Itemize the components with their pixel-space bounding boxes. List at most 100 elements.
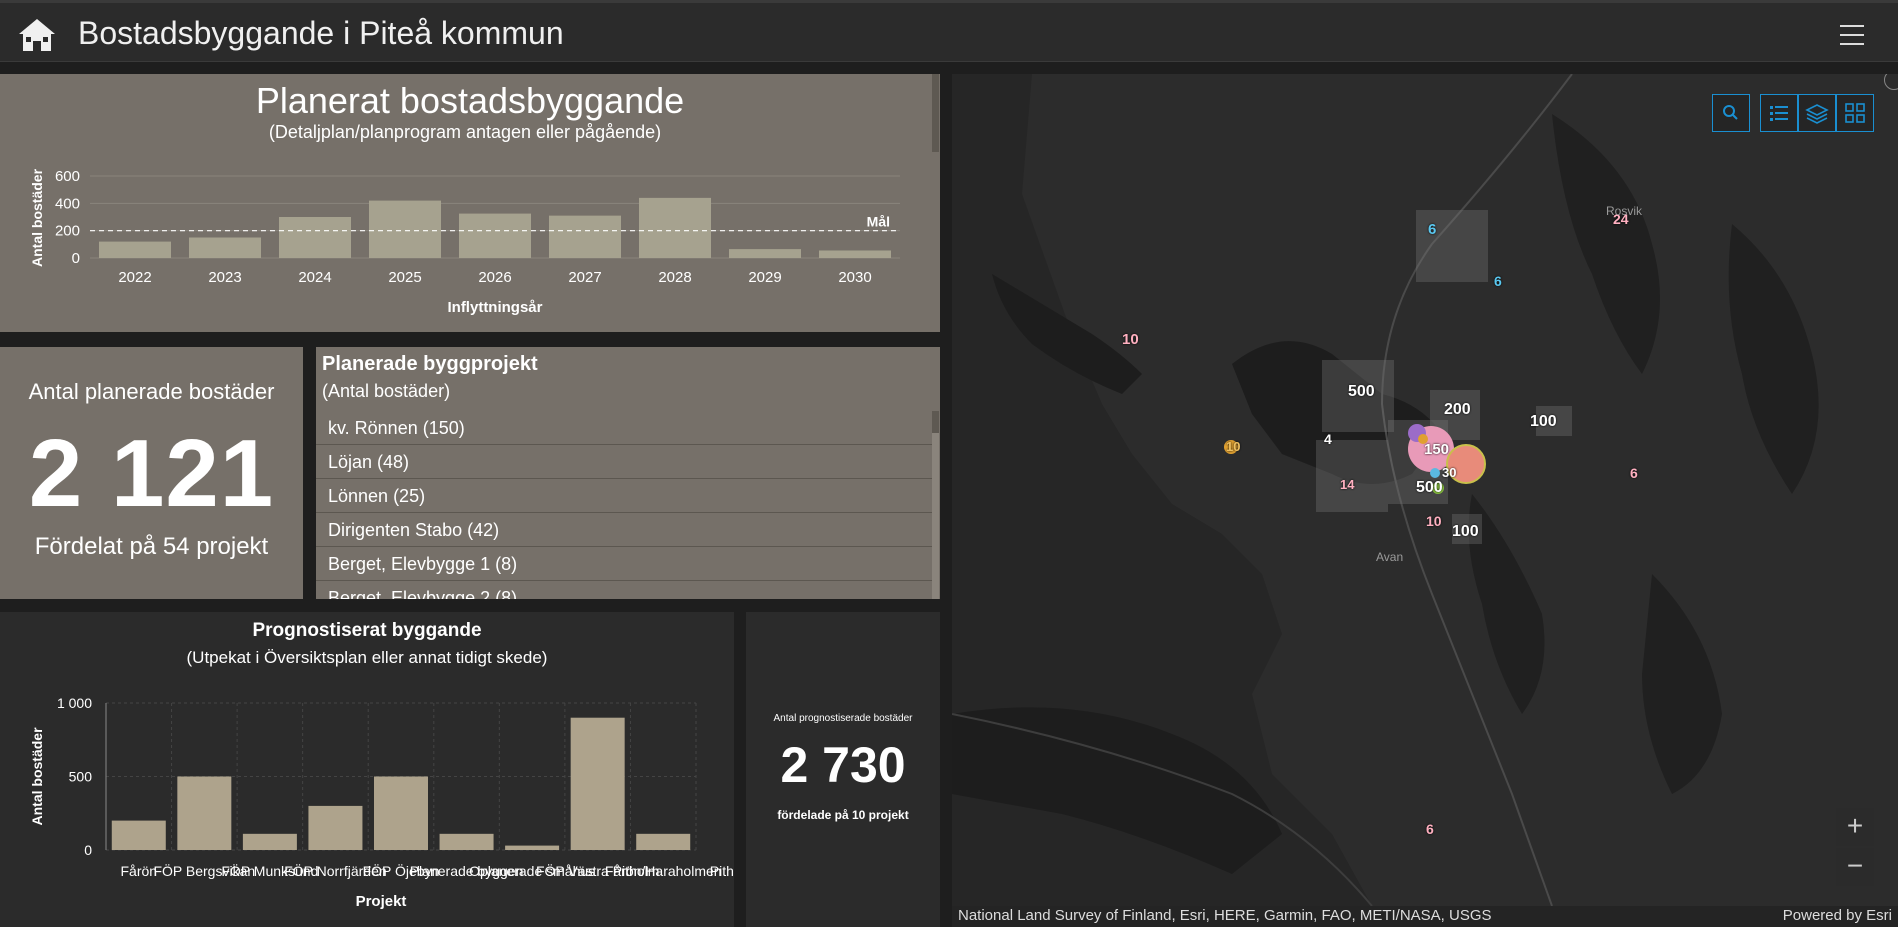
- map-cluster-label[interactable]: 150: [1424, 441, 1449, 458]
- map-cluster-label[interactable]: 6: [1428, 221, 1436, 238]
- layers-icon: [1805, 104, 1829, 124]
- bar: [369, 200, 441, 258]
- basemap-gallery-icon: [1845, 103, 1865, 123]
- target-label: Mål: [867, 214, 890, 230]
- map-cluster-label[interactable]: 100: [1452, 523, 1479, 541]
- forecast-bar-chart: 05001 000FårönFÖP BergsvikanFÖP Munksund…: [29, 695, 734, 910]
- map-cluster-label[interactable]: 10: [1122, 331, 1139, 348]
- project-list-subtitle: (Antal bostäder): [322, 381, 451, 401]
- y-tick-label: 500: [69, 769, 93, 785]
- list-item[interactable]: Berget, Elevbygge 2 (8): [316, 581, 932, 599]
- map-cluster-label[interactable]: 10: [1226, 439, 1240, 454]
- y-tick-label: 0: [72, 250, 80, 267]
- y-tick-label: 200: [55, 223, 80, 240]
- x-tick-label: 2024: [298, 269, 331, 286]
- map-search-button[interactable]: [1712, 94, 1750, 132]
- x-tick-label: Pitholmen/Nötön: [710, 863, 734, 879]
- zoom-out-button[interactable]: −: [1836, 848, 1874, 886]
- bar: [505, 845, 560, 850]
- x-tick-label: 2022: [118, 269, 151, 286]
- zoom-in-button[interactable]: +: [1836, 808, 1874, 846]
- forecast-title: Prognostiserat byggande: [252, 620, 482, 641]
- y-tick-label: 0: [84, 842, 92, 858]
- y-tick-label: 1 000: [57, 695, 92, 711]
- map-cluster-label[interactable]: 200: [1444, 401, 1471, 419]
- map-cluster-box[interactable]: [1416, 210, 1488, 282]
- map-layers-button[interactable]: [1798, 94, 1836, 132]
- map-cluster-label[interactable]: 6: [1426, 821, 1434, 837]
- x-tick-label: 2028: [658, 269, 691, 286]
- bar: [374, 776, 428, 850]
- x-tick-label: 2030: [838, 269, 871, 286]
- forecast-subtitle: (Utpekat i Översiktsplan eller annat tid…: [186, 648, 548, 667]
- bar: [636, 833, 691, 850]
- bar: [639, 197, 711, 258]
- y-axis-title: Antal bostäder: [29, 727, 45, 826]
- list-scrollbar-thumb[interactable]: [932, 411, 939, 433]
- powered-by-esri[interactable]: Powered by Esri: [1783, 907, 1892, 924]
- app-header: Bostadsbyggande i Piteå kommun: [0, 0, 1898, 62]
- panel-scrollbar[interactable]: [932, 74, 939, 152]
- planned-bar-chart: 0 200 400 600 2022 2023 2024 2025 2026 2027 2028 20…: [29, 168, 900, 316]
- app-title: Bostadsbyggande i Piteå kommun: [78, 15, 564, 51]
- bar: [242, 833, 297, 850]
- bar: [279, 217, 351, 258]
- planned-count-sub: Fördelat på 54 projekt: [34, 533, 269, 560]
- map-cluster-label[interactable]: 500: [1416, 479, 1443, 497]
- map-cluster-label[interactable]: 14: [1340, 477, 1354, 492]
- map-attribution-bar: National Land Survey of Finland, Esri, H…: [952, 906, 1898, 927]
- map-cluster-label[interactable]: 30: [1442, 465, 1456, 480]
- x-tick-label: 2023: [208, 269, 241, 286]
- bar: [439, 833, 494, 850]
- forecast-chart-panel: Prognostiserat byggande (Utpekat i Övers…: [0, 612, 734, 927]
- list-item[interactable]: Löjan (48): [316, 445, 932, 479]
- map-point[interactable]: [1430, 468, 1440, 478]
- project-list-title: Planerade byggprojekt: [322, 353, 538, 375]
- x-tick-label: 2029: [748, 269, 781, 286]
- x-tick-label: Fårön: [120, 863, 157, 879]
- map-place-label: Avan: [1376, 550, 1404, 564]
- list-item[interactable]: Dirigenten Stabo (42): [316, 513, 932, 547]
- bar: [570, 717, 625, 850]
- bar: [177, 776, 232, 850]
- bar: [189, 237, 261, 258]
- planned-chart-panel: Planerat bostadsbyggande (Detaljplan/pla…: [0, 74, 940, 332]
- list-scrollbar[interactable]: [932, 411, 939, 599]
- forecast-count-sub: fördelade på 10 projekt: [777, 808, 909, 822]
- forecast-count-value: 2 730: [780, 737, 906, 793]
- list-item[interactable]: Lönnen (25): [316, 479, 932, 513]
- home-icon[interactable]: [18, 17, 56, 53]
- map-cluster-label[interactable]: 6: [1494, 273, 1502, 289]
- x-tick-label: 2027: [568, 269, 601, 286]
- map-cluster-box[interactable]: [1316, 440, 1388, 512]
- map-cluster-label[interactable]: 100: [1530, 413, 1557, 431]
- y-tick-label: 600: [55, 168, 80, 185]
- map-cluster-label[interactable]: 500: [1348, 383, 1375, 401]
- hamburger-menu-icon[interactable]: [1840, 25, 1864, 45]
- bar: [729, 249, 801, 258]
- x-tick-label: 2026: [478, 269, 511, 286]
- list-item[interactable]: Berget, Elevbygge 1 (8): [316, 547, 932, 581]
- x-axis-title: Inflyttningsår: [447, 299, 542, 316]
- map-view[interactable]: 6 6 24 10 500 200 100 4 150 10 14 500 30 6 10 100 6 Rosvi…: [952, 74, 1898, 927]
- x-tick-label: Fårön/Haraholmen: [605, 863, 722, 879]
- x-axis-title: Projekt: [356, 893, 407, 910]
- y-tick-label: 400: [55, 195, 80, 212]
- map-attribution: National Land Survey of Finland, Esri, H…: [958, 907, 1492, 924]
- map-basemap-button[interactable]: [1836, 94, 1874, 132]
- map-cluster-label[interactable]: 10: [1426, 513, 1442, 529]
- map-cluster-label[interactable]: 6: [1630, 465, 1638, 481]
- search-icon: [1723, 105, 1738, 120]
- list-icon: [1770, 106, 1788, 121]
- map-place-label: Rosvik: [1606, 204, 1643, 218]
- list-item[interactable]: kv. Rönnen (150): [316, 411, 932, 445]
- forecast-count-panel: Antal prognostiserade bostäder 2 730 för…: [746, 612, 940, 927]
- map-legend-button[interactable]: [1760, 94, 1798, 132]
- map-cluster-label[interactable]: 4: [1324, 431, 1332, 447]
- project-list-panel: Planerade byggprojekt (Antal bostäder) k…: [316, 347, 940, 599]
- bar: [308, 805, 363, 850]
- bar: [819, 250, 891, 258]
- x-tick-label: 2025: [388, 269, 421, 286]
- project-list: kv. Rönnen (150) Löjan (48) Lönnen (25) Dir…: [316, 411, 932, 599]
- planned-count-panel: Antal planerade bostäder 2 121 Fördelat …: [0, 347, 303, 599]
